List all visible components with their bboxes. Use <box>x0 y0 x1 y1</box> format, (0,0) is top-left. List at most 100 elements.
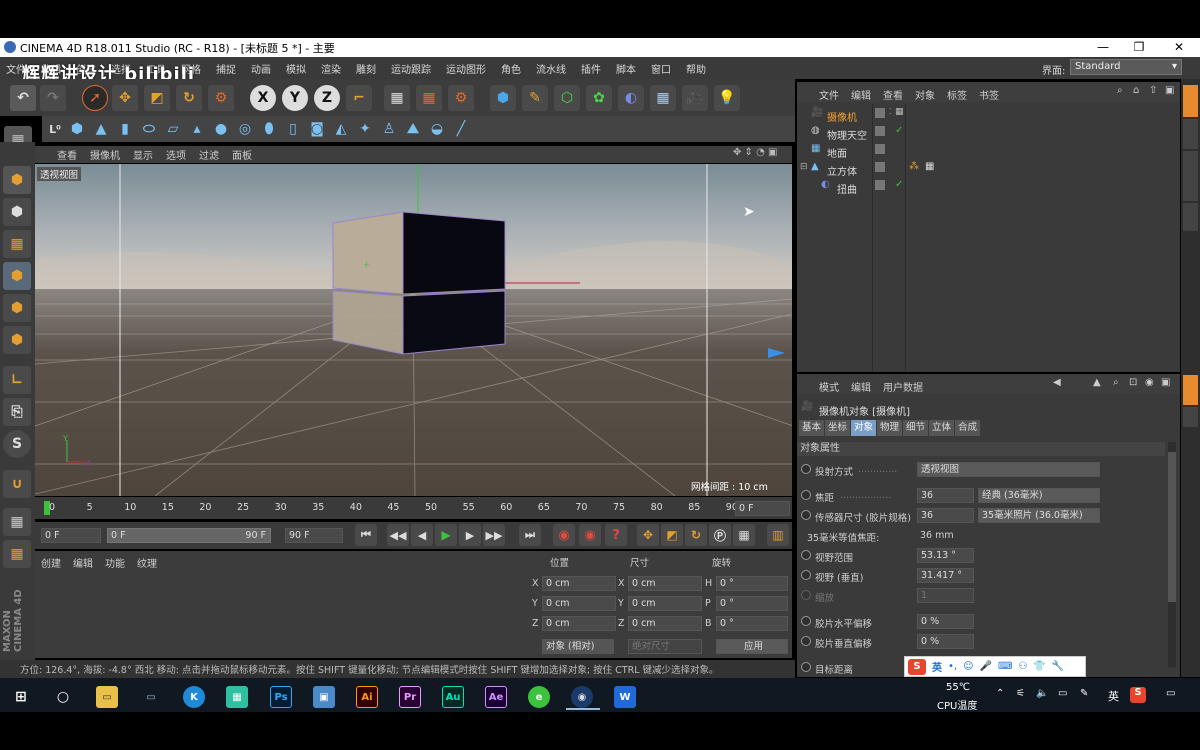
film-v-field[interactable]: 0 % <box>917 634 974 649</box>
object-row[interactable]: ◍ 物理天空 ✓ <box>797 124 1180 142</box>
cortana-search-icon[interactable]: ○ <box>52 686 74 708</box>
axis-mode-icon[interactable]: ∟ <box>3 366 31 394</box>
texture-mode-icon[interactable]: ⬢ <box>3 198 31 226</box>
tab-layer-vertical[interactable] <box>1183 407 1198 427</box>
attr-menu-mode[interactable]: 模式 <box>819 379 839 394</box>
material-menu-create[interactable]: 创建 <box>41 555 61 570</box>
tray-chevron-icon[interactable]: ⌃ <box>996 688 1004 699</box>
menu-plugins[interactable]: 插件 <box>581 61 601 76</box>
object-menu-tags[interactable]: 标签 <box>947 87 967 102</box>
model-mode-icon[interactable]: ⬢ <box>3 166 31 194</box>
wps-icon[interactable]: W <box>614 686 636 708</box>
visibility-icon[interactable] <box>875 126 885 136</box>
fovv-radio[interactable] <box>801 570 811 580</box>
notification-icon[interactable]: ▭ <box>1166 688 1175 699</box>
record-keys-icon[interactable]: ◉ <box>553 524 575 546</box>
sphere-icon[interactable]: ● <box>210 118 232 140</box>
menu-window[interactable]: 窗口 <box>651 61 671 76</box>
network-icon[interactable]: ⚟ <box>1016 688 1025 699</box>
file-explorer-icon[interactable]: ▭ <box>96 686 118 708</box>
snap-icon[interactable]: S <box>3 430 31 458</box>
new-view-icon[interactable]: ▣ <box>1161 377 1170 388</box>
go-to-start-icon[interactable]: ⏮ <box>355 524 377 546</box>
fovv-field[interactable]: 31.417 ° <box>917 568 974 583</box>
render-settings-icon[interactable]: ⚙ <box>448 85 474 111</box>
size-mode-select[interactable]: 绝对尺寸 <box>628 639 702 654</box>
figure-icon[interactable]: ♙ <box>378 118 400 140</box>
viewport-menu-filter[interactable]: 过滤 <box>199 147 219 162</box>
object-menu-bookmarks[interactable]: 书签 <box>979 87 999 102</box>
projection-radio[interactable] <box>801 464 811 474</box>
tab-stereo[interactable]: 立体 <box>929 420 955 436</box>
tab-physical[interactable]: 物理 <box>877 420 903 436</box>
menu-mograph[interactable]: 运动图形 <box>446 61 486 76</box>
polygons-edit-icon[interactable]: ⬢ <box>3 326 31 354</box>
layout-select[interactable]: Standard ▾ <box>1070 59 1182 75</box>
end-frame-field[interactable]: 90 F <box>285 528 343 543</box>
illustrator-icon[interactable]: Ai <box>356 686 378 708</box>
new-view-icon[interactable]: ▣ <box>1165 85 1174 96</box>
sensor-radio[interactable] <box>801 510 811 520</box>
z-axis-button[interactable]: Z <box>314 85 340 111</box>
volume-icon[interactable]: 🔈 <box>1036 688 1048 699</box>
coord-mode-select[interactable]: 对象 (相对) <box>542 639 614 654</box>
viewport-menu-camera[interactable]: 摄像机 <box>90 147 120 162</box>
maximize-button[interactable]: ❐ <box>1124 38 1154 57</box>
key-param-icon[interactable]: Ⓟ <box>709 524 731 546</box>
windows-start-icon[interactable]: ⊞ <box>10 686 32 708</box>
audition-icon[interactable]: Au <box>442 686 464 708</box>
menu-sculpt[interactable]: 雕刻 <box>356 61 376 76</box>
viewport-nav-icons[interactable]: ✥ ⇕ ◔ ▣ <box>733 147 777 158</box>
projection-select[interactable]: 透视视图 <box>917 462 1100 477</box>
bezier-icon[interactable]: ◒ <box>426 118 448 140</box>
undo-icon[interactable]: ↶ <box>10 85 36 111</box>
rot-b-field[interactable]: 0 ° <box>716 616 788 631</box>
object-row[interactable]: ▦ 地面 <box>797 142 1180 160</box>
coordinate-system-icon[interactable]: ⌐ <box>346 85 372 111</box>
pos-x-field[interactable]: 0 cm <box>542 576 616 591</box>
size-x-field[interactable]: 0 cm <box>628 576 702 591</box>
null-object-icon[interactable]: L⁰ <box>44 118 66 140</box>
object-row[interactable]: 🎥 摄像机 ⁚ ▦ <box>797 106 1180 124</box>
menu-snap[interactable]: 捕捉 <box>216 61 236 76</box>
menu-render[interactable]: 渲染 <box>321 61 341 76</box>
redo-icon[interactable]: ↷ <box>40 85 66 111</box>
key-pla-icon[interactable]: ▦ <box>733 524 755 546</box>
play-icon[interactable]: ▶ <box>435 524 457 546</box>
rotate-tool-icon[interactable]: ↻ <box>176 85 202 111</box>
platonic-icon[interactable]: ✦ <box>354 118 376 140</box>
timeline-ruler[interactable]: 0 5 10 15 20 25 30 35 40 45 50 55 60 65 70 75 80 85 90 0 F <box>35 497 792 519</box>
tab-takes-vertical[interactable] <box>1183 119 1198 149</box>
line-icon[interactable]: ╱ <box>450 118 472 140</box>
render-dots-icon[interactable]: ⁚ <box>889 107 892 116</box>
torus-icon[interactable]: ◎ <box>234 118 256 140</box>
shirt-icon[interactable]: 👕 <box>1033 661 1045 672</box>
apply-button[interactable]: 应用 <box>716 639 788 654</box>
deformer-icon[interactable]: ◐ <box>618 85 644 111</box>
collapse-icon[interactable]: ⊟ <box>800 162 808 172</box>
edges-edit-icon[interactable]: ⬢ <box>3 294 31 322</box>
object-menu-edit[interactable]: 编辑 <box>851 87 871 102</box>
photoshop-icon[interactable]: Ps <box>270 686 292 708</box>
battery-icon[interactable]: ▭ <box>1058 688 1067 699</box>
material-menu-edit[interactable]: 编辑 <box>73 555 93 570</box>
material-menu-texture[interactable]: 纹理 <box>137 555 157 570</box>
viewport-3d[interactable]: + Y X 透视视图 网格间距 : 10 cm ➤ <box>35 164 792 496</box>
cinema4d-taskbar-icon[interactable]: ◉ <box>571 686 593 708</box>
y-axis-button[interactable]: Y <box>282 85 308 111</box>
focal-preset-select[interactable]: 经典 (36毫米) <box>978 488 1100 503</box>
menu-help[interactable]: 帮助 <box>686 61 706 76</box>
tab-object[interactable]: 对象 <box>851 420 877 436</box>
object-row[interactable]: ⊟ ▲ 立方体 ⁂ ▦ <box>797 160 1180 178</box>
viewport-menu-options[interactable]: 选项 <box>166 147 186 162</box>
move-tool-icon[interactable]: ✥ <box>112 85 138 111</box>
select-tool-icon[interactable]: ➚ <box>82 85 108 111</box>
focal-radio[interactable] <box>801 490 811 500</box>
tab-composition[interactable]: 合成 <box>955 420 981 436</box>
tube-icon[interactable]: ◙ <box>306 118 328 140</box>
object-menu-view[interactable]: 查看 <box>883 87 903 102</box>
sogou-tray-icon[interactable]: S <box>1130 687 1146 703</box>
premiere-icon[interactable]: Pr <box>399 686 421 708</box>
minimize-button[interactable]: — <box>1088 38 1118 57</box>
visibility-icon[interactable] <box>875 180 885 190</box>
